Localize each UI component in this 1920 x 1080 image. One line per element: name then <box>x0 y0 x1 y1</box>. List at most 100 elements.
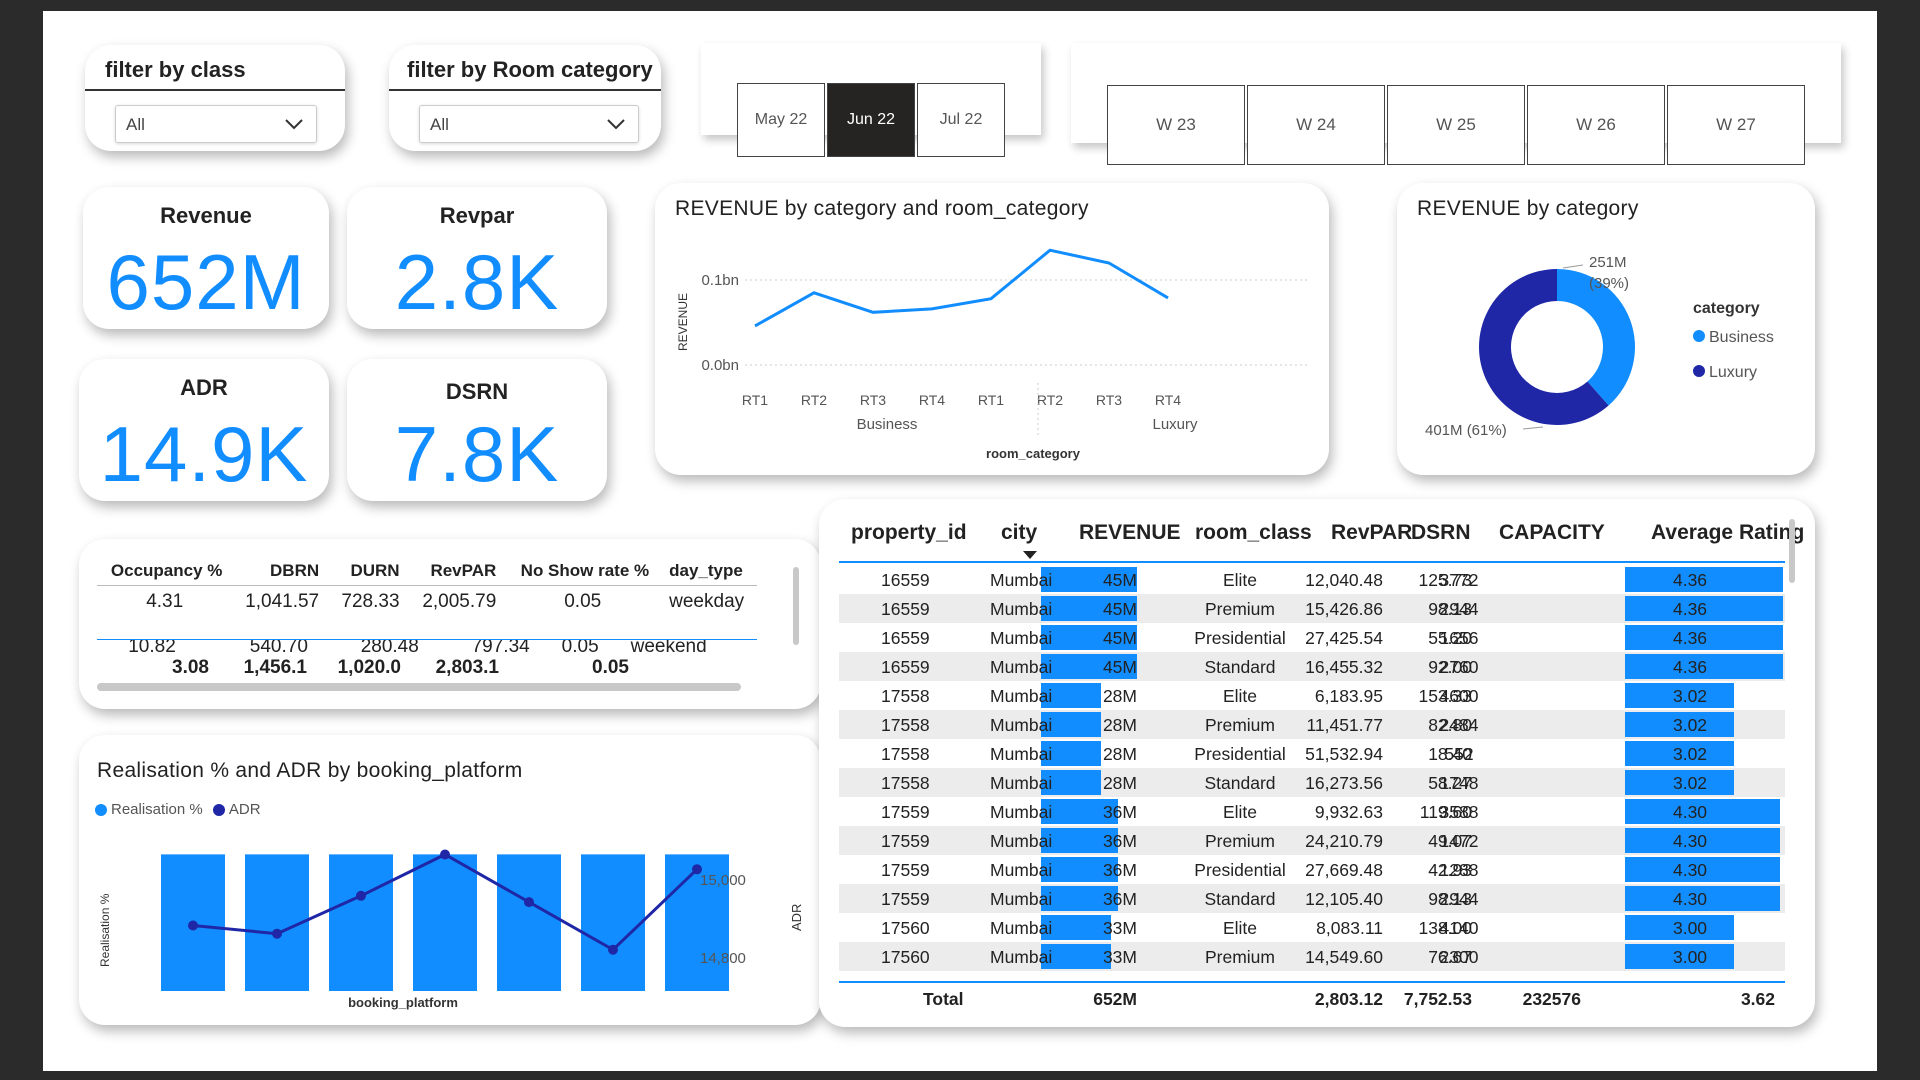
adr-point[interactable] <box>524 897 534 908</box>
adr-point[interactable] <box>272 928 282 939</box>
total-label: Total <box>923 989 964 1009</box>
kpi-revpar-label: Revpar <box>439 203 515 228</box>
vertical-scrollbar[interactable] <box>1789 519 1795 583</box>
col-header-capacity[interactable]: CAPACITY <box>1499 521 1605 545</box>
table-row[interactable]: 17559 Mumbai 36M Standard 12,105.40 98.13 2944… <box>839 884 1785 913</box>
revenue-donut-chart[interactable]: 251M (39%) 401M (61%) category Business … <box>1397 183 1815 475</box>
col-header[interactable]: No Show rate % <box>506 557 660 586</box>
week-tile-25[interactable]: W 25 <box>1387 85 1525 165</box>
col-header-city[interactable]: city <box>1001 521 1037 545</box>
adr-point[interactable] <box>440 849 450 860</box>
table-row[interactable]: 17560 Mumbai 33M Premium 14,549.60 76.67 2300 3… <box>839 942 1785 971</box>
vertical-scrollbar[interactable] <box>793 567 799 645</box>
table-row[interactable]: 17558 Mumbai 28M Elite 6,183.95 153.33 4600 3.0… <box>839 681 1785 710</box>
week-tile-24[interactable]: W 24 <box>1247 85 1385 165</box>
capacity-cell: 4140 <box>1439 918 1479 938</box>
group-label-business: Business <box>857 416 918 433</box>
col-header[interactable]: DURN <box>329 557 410 586</box>
cell: weekday <box>669 591 745 612</box>
revenue-cell: 45M <box>1102 657 1137 677</box>
table-row[interactable]: 17558 Mumbai 28M Premium 11,451.77 82.80 2484 3… <box>839 710 1785 739</box>
table-row[interactable]: 17559 Mumbai 36M Premium 24,210.79 49.07 1472 4… <box>839 826 1785 855</box>
class-dropdown[interactable]: All <box>115 105 317 143</box>
col-header-dsrn[interactable]: DSRN <box>1411 521 1471 545</box>
realisation-bar[interactable] <box>413 854 477 991</box>
room-category-dropdown[interactable]: All <box>419 105 639 143</box>
total-revpar: 2,803.1 <box>435 657 499 678</box>
table-row[interactable]: 16559 Mumbai 45M Standard 16,455.32 92.00 2760… <box>839 652 1785 681</box>
table-row[interactable]: 17558 Mumbai 28M Standard 16,273.56 58.27 1748… <box>839 768 1785 797</box>
col-header[interactable]: day_type <box>659 557 757 586</box>
revenue-cell: 33M <box>1102 947 1137 967</box>
cell: 4.31 <box>146 591 184 612</box>
col-header-average-rating[interactable]: Average Rating <box>1651 521 1804 545</box>
table-row[interactable]: 16559 Mumbai 45M Elite 12,040.48 125.73 3772 4.… <box>839 565 1785 594</box>
realisation-bar[interactable] <box>581 854 645 991</box>
property-table-card: property_id city REVENUE room_class RevP… <box>819 499 1815 1027</box>
room-class-cell: Premium <box>1204 599 1275 619</box>
room-class-cell: Elite <box>1222 802 1258 822</box>
sort-desc-icon[interactable] <box>1023 551 1037 559</box>
right-tick: 15,000 <box>700 872 746 889</box>
adr-point[interactable] <box>188 920 198 931</box>
property-id-cell: 16559 <box>881 657 930 677</box>
month-tile-may[interactable]: May 22 <box>737 83 825 157</box>
x-axis-title: booking_platform <box>348 995 458 1010</box>
adr-point[interactable] <box>356 890 366 901</box>
room-category-slicer: filter by Room category All <box>389 45 661 151</box>
x-tick: RT1 <box>742 392 768 408</box>
table-row[interactable]: 17559 Mumbai 36M Presidential 27,669.48 42.93… <box>839 855 1785 884</box>
table-row[interactable]: 16559 Mumbai 45M Presidential 27,425.54 55.20… <box>839 623 1785 652</box>
total-revpar: 2,803.12 <box>1314 989 1383 1009</box>
week-tile-27[interactable]: W 27 <box>1667 85 1805 165</box>
total-underline <box>839 981 1785 983</box>
property-id-cell: 17558 <box>881 744 930 764</box>
cell: 2,005.79 <box>422 591 497 612</box>
col-header[interactable]: DBRN <box>232 557 330 586</box>
y-axis-title-right: ADR <box>789 904 804 931</box>
room-class-cell: Elite <box>1222 686 1258 706</box>
col-header-revpar[interactable]: RevPAR <box>1331 521 1412 545</box>
realisation-bar[interactable] <box>497 854 561 991</box>
table-row[interactable]: 16559 Mumbai 45M Premium 15,426.86 98.13 2944 4… <box>839 594 1785 623</box>
revenue-cell: 45M <box>1102 570 1137 590</box>
table-row[interactable]: 17560 Mumbai 33M Elite 8,083.11 138.00 4140 3.0… <box>839 913 1785 942</box>
revenue-cell: 45M <box>1102 628 1137 648</box>
x-axis-title: room_category <box>986 446 1081 461</box>
realisation-combo-chart[interactable]: 15,000 14,800 Realisation % ADR booking_… <box>79 735 821 1025</box>
table-row[interactable]: 4.31 1,041.57 728.33 2,005.79 0.05 weekd… <box>97 586 757 619</box>
adr-point[interactable] <box>608 944 618 955</box>
kpi-adr-value: 14.9K <box>99 410 309 498</box>
x-tick: RT3 <box>860 392 886 408</box>
capacity-cell: 4600 <box>1439 686 1479 706</box>
property-id-cell: 16559 <box>881 599 930 619</box>
col-header[interactable]: RevPAR <box>409 557 507 586</box>
table-row[interactable]: 17559 Mumbai 36M Elite 9,932.63 119.60 3588 4.3… <box>839 797 1785 826</box>
col-header[interactable]: Occupancy % <box>97 557 233 586</box>
donut-label-business-pct: (39%) <box>1589 275 1629 292</box>
donut-label-business: 251M <box>1589 254 1627 271</box>
total-row: 3.08 1,456.1 1,020.0 2,803.1 0.05 <box>97 651 757 681</box>
month-tile-jul[interactable]: Jul 22 <box>917 83 1005 157</box>
horizontal-scrollbar[interactable] <box>97 683 741 691</box>
revenue-cell: 33M <box>1102 918 1137 938</box>
revenue-line-chart[interactable]: 0.1bn 0.0bn REVENUE RT1 RT2 RT3 RT4 RT1 RT2 RT… <box>655 183 1329 475</box>
rating-cell: 3.00 <box>1672 947 1708 967</box>
table-row[interactable]: 17558 Mumbai 28M Presidential 51,532.94 18.40… <box>839 739 1785 768</box>
col-header-room-class[interactable]: room_class <box>1195 521 1312 545</box>
property-id-cell: 17559 <box>881 889 930 909</box>
property-id-cell: 17559 <box>881 802 930 822</box>
room-class-cell: Presidential <box>1194 628 1286 648</box>
x-tick: RT4 <box>919 392 945 408</box>
col-header-revenue[interactable]: REVENUE <box>1079 521 1181 545</box>
kpi-revenue-card: Revenue 652M <box>83 187 329 329</box>
month-tile-jun[interactable]: Jun 22 <box>827 83 915 157</box>
room-class-cell: Premium <box>1204 947 1275 967</box>
realisation-bar[interactable] <box>329 854 393 991</box>
col-header-property-id[interactable]: property_id <box>851 521 967 545</box>
table-header-row: Occupancy % DBRN DURN RevPAR No Show rat… <box>97 557 757 586</box>
cell: 0.05 <box>564 591 602 612</box>
week-tile-26[interactable]: W 26 <box>1527 85 1665 165</box>
occupancy-table[interactable]: Occupancy % DBRN DURN RevPAR No Show rat… <box>97 557 757 618</box>
week-tile-23[interactable]: W 23 <box>1107 85 1245 165</box>
